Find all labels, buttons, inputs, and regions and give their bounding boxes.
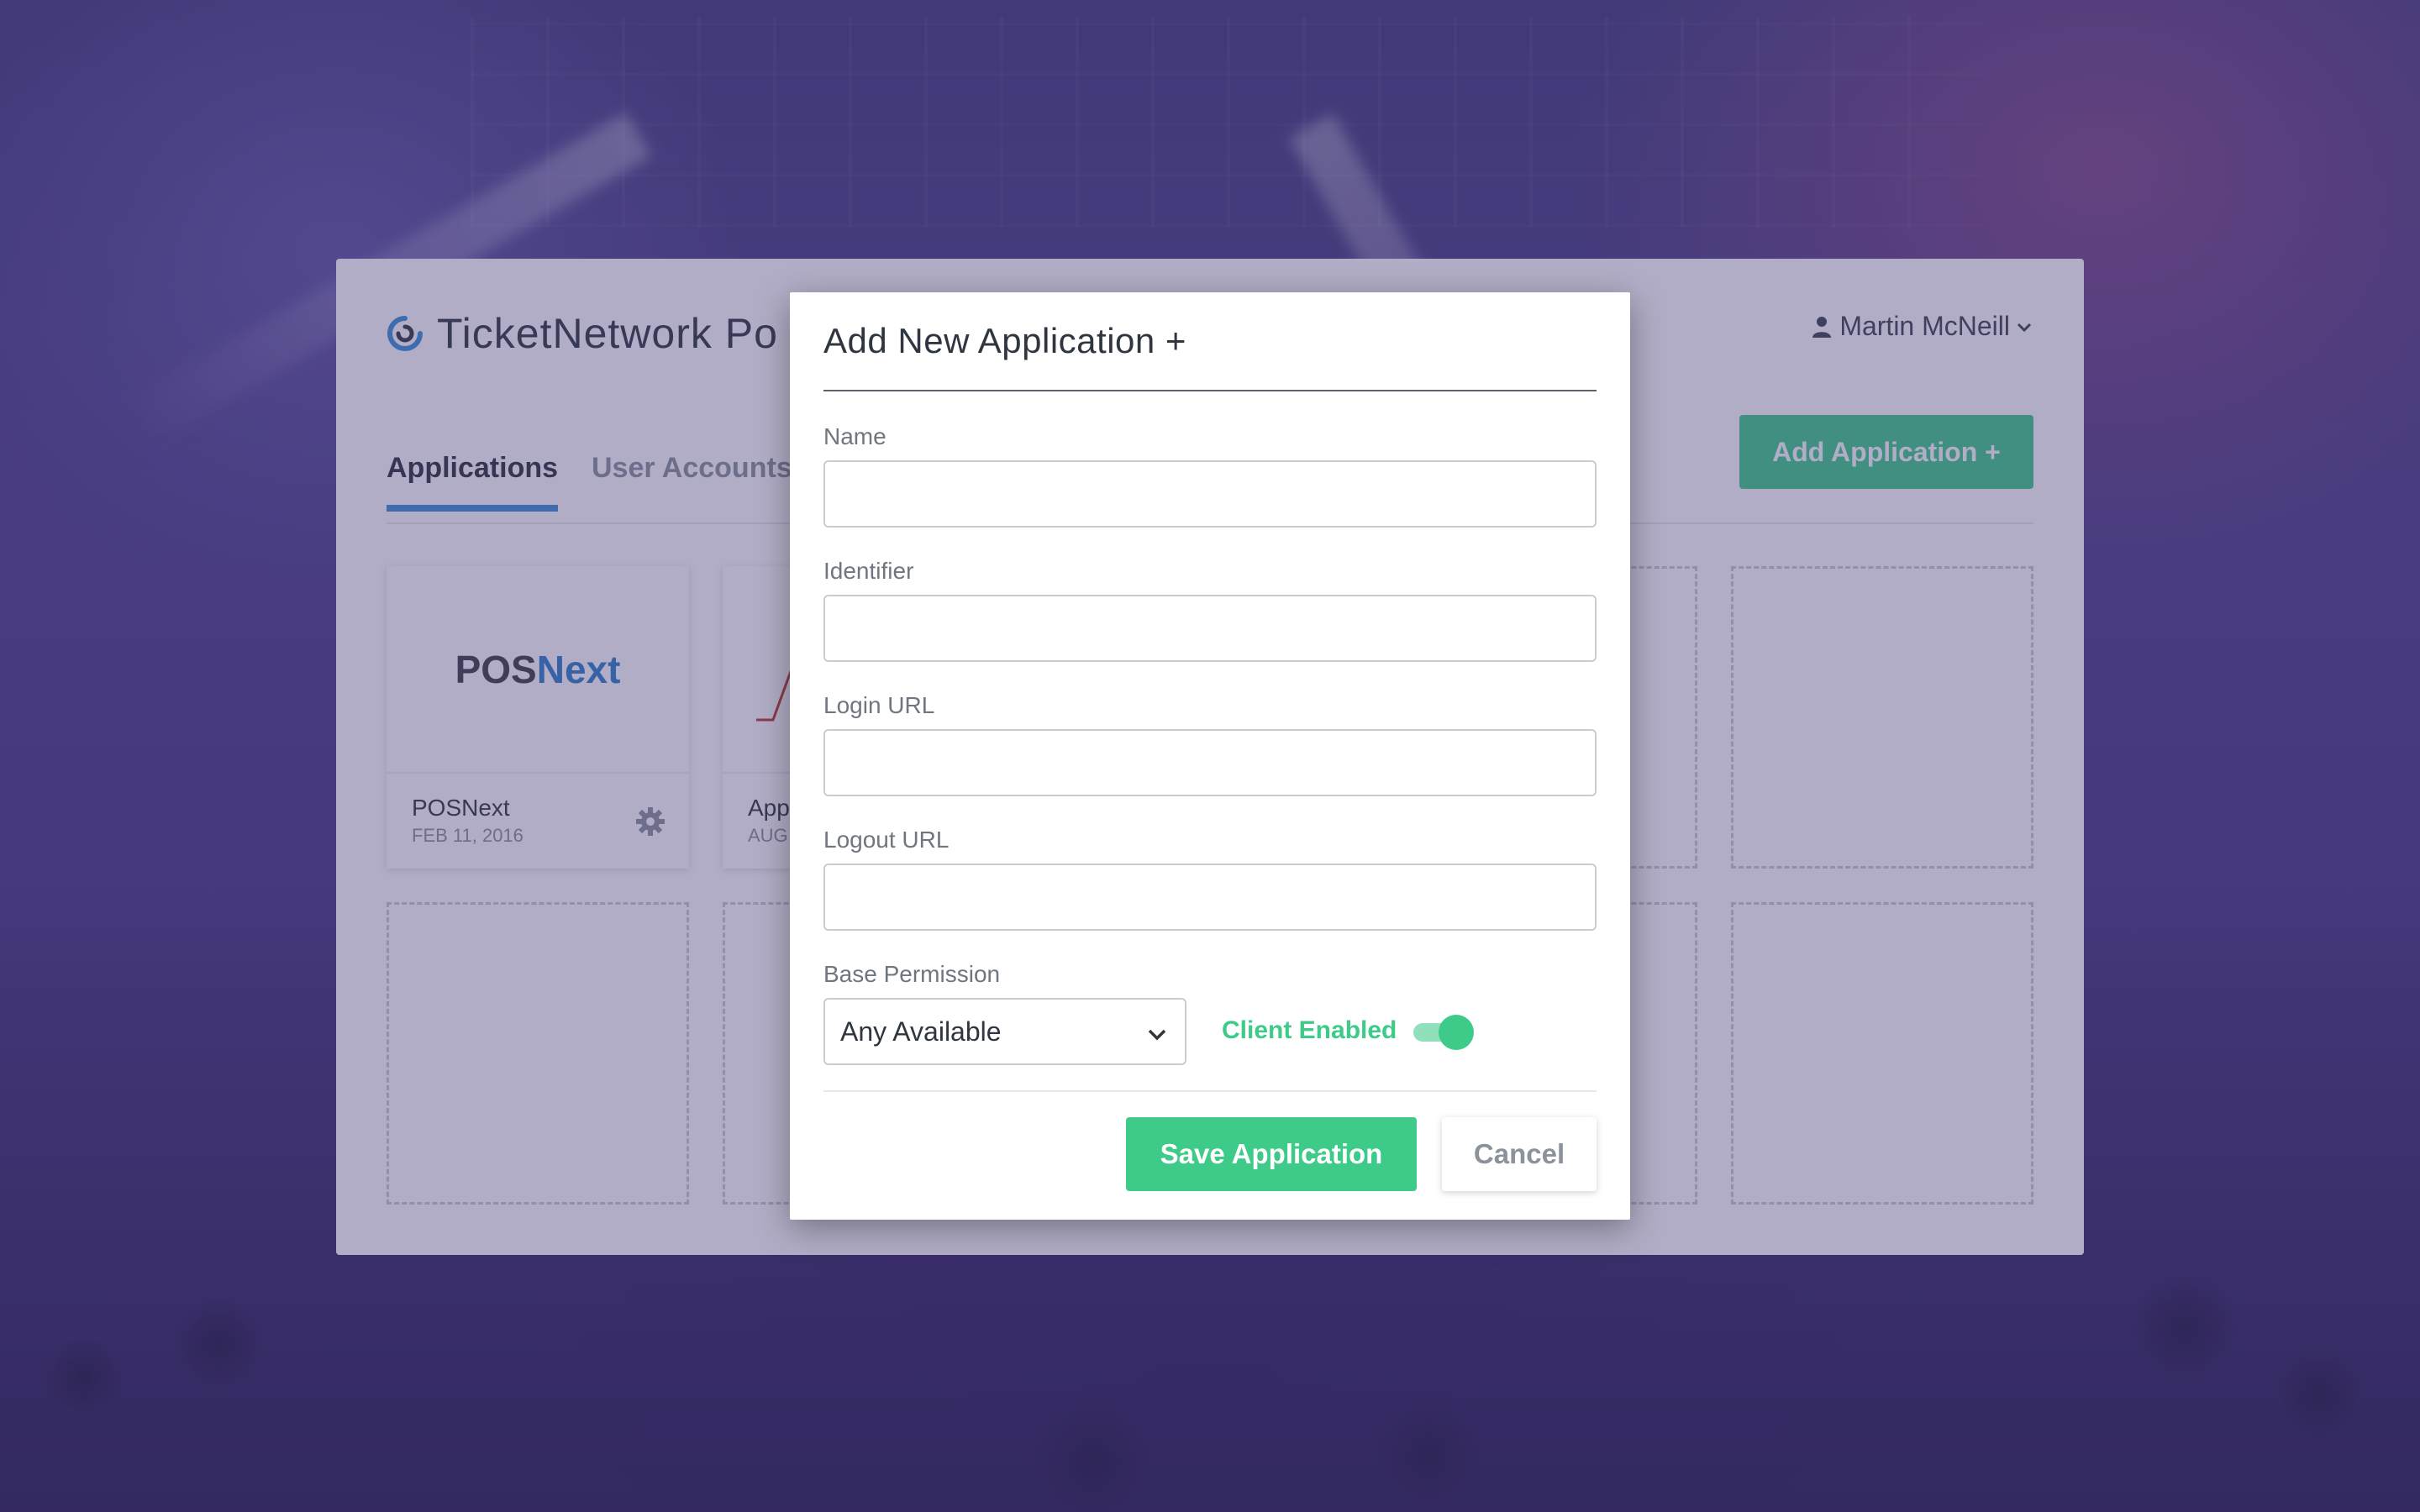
client-enabled-toggle[interactable]: [1413, 1015, 1476, 1050]
logout-url-input[interactable]: [823, 864, 1597, 931]
client-enabled-label: Client Enabled: [1222, 1016, 1397, 1044]
base-permission-value: Any Available: [840, 1016, 1002, 1047]
modal-title: Add New Application +: [823, 321, 1186, 360]
save-application-button[interactable]: Save Application: [1126, 1117, 1417, 1191]
identifier-input[interactable]: [823, 595, 1597, 662]
cancel-button[interactable]: Cancel: [1442, 1117, 1597, 1191]
identifier-label: Identifier: [823, 558, 914, 584]
title-divider: [823, 390, 1597, 391]
logout-url-label: Logout URL: [823, 827, 950, 853]
name-label: Name: [823, 423, 886, 449]
base-permission-label: Base Permission: [823, 961, 1001, 987]
login-url-input[interactable]: [823, 729, 1597, 796]
chevron-down-icon: [1148, 1029, 1166, 1041]
login-url-label: Login URL: [823, 692, 935, 718]
footer-divider: [823, 1090, 1597, 1092]
name-input[interactable]: [823, 460, 1597, 528]
concert-background: TicketNetwork Po Martin McNeill Add Appl…: [0, 0, 2420, 1512]
add-application-modal: Add New Application + Name Identifier Lo…: [790, 292, 1630, 1220]
toggle-knob: [1439, 1015, 1474, 1050]
base-permission-select[interactable]: Any Available: [823, 998, 1186, 1065]
